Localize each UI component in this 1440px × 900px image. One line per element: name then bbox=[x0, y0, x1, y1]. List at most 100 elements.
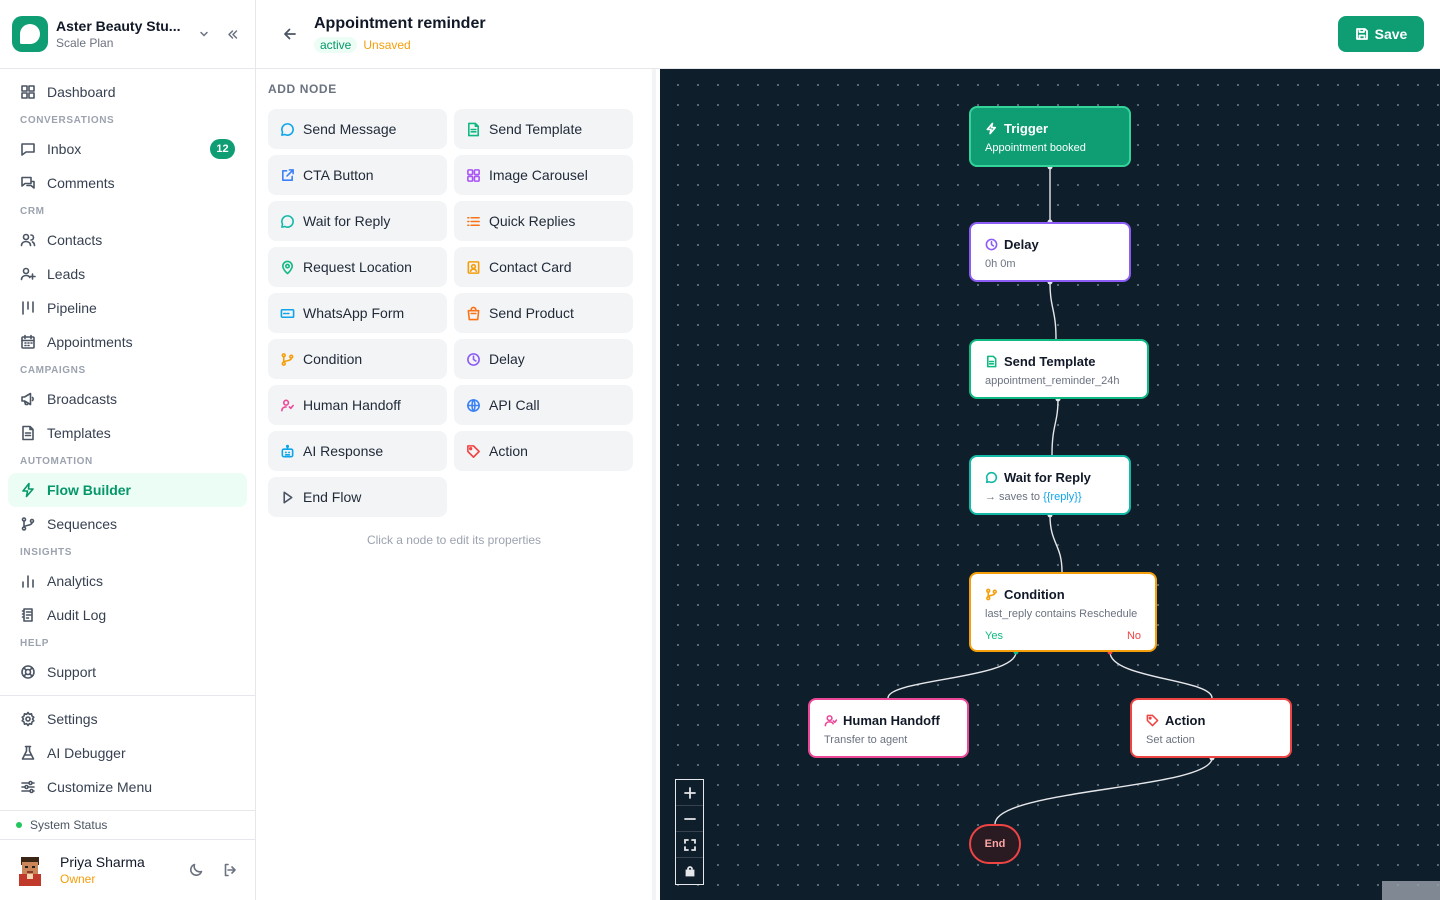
trigger-node[interactable]: Trigger Appointment booked bbox=[969, 106, 1131, 167]
tag-icon bbox=[467, 444, 480, 458]
sidebar-item-leads[interactable]: Leads bbox=[8, 257, 247, 291]
tag-icon bbox=[1146, 714, 1159, 727]
save-button[interactable]: Save bbox=[1338, 16, 1424, 52]
palette-node-whatsapp-form[interactable]: WhatsApp Form bbox=[268, 293, 447, 333]
collapse-sidebar-icon[interactable] bbox=[221, 23, 243, 45]
edge-condition-handoff bbox=[887, 651, 1017, 699]
sidebar-item-broadcasts[interactable]: Broadcasts bbox=[8, 382, 247, 416]
chevron-down-icon[interactable] bbox=[193, 23, 215, 45]
palette-node-quick-replies[interactable]: Quick Replies bbox=[454, 201, 633, 241]
sidebar-item-label: Support bbox=[47, 664, 97, 680]
sidebar-item-label: Contacts bbox=[47, 232, 103, 248]
delay-node[interactable]: Delay 0h 0m bbox=[969, 222, 1131, 282]
sidebar-item-contacts[interactable]: Contacts bbox=[8, 223, 247, 257]
zap-icon bbox=[986, 122, 997, 135]
sidebar-item-support[interactable]: Support bbox=[8, 655, 247, 689]
avatar[interactable] bbox=[16, 854, 44, 886]
external-link-icon bbox=[282, 168, 294, 181]
sidebar-item-dashboard[interactable]: Dashboard bbox=[8, 75, 247, 109]
edge-condition-action bbox=[1109, 651, 1213, 699]
back-arrow-icon[interactable] bbox=[280, 24, 300, 44]
palette-node-label: Send Message bbox=[303, 121, 397, 137]
attribution-watermark[interactable] bbox=[1382, 881, 1440, 900]
nav-section-heading: CONVERSATIONS bbox=[20, 115, 115, 126]
send-template-node-title: Send Template bbox=[1004, 354, 1096, 369]
trigger-node-subtitle: Appointment booked bbox=[985, 142, 1086, 154]
sidebar-item-comments[interactable]: Comments bbox=[8, 166, 247, 200]
action-node-subtitle: Set action bbox=[1146, 734, 1195, 746]
form-icon bbox=[280, 308, 295, 318]
flow-header: Appointment reminder active Unsaved Save bbox=[256, 0, 1440, 69]
zoom-out-icon[interactable] bbox=[676, 806, 703, 832]
fit-view-icon[interactable] bbox=[676, 832, 703, 858]
palette-node-send-message[interactable]: Send Message bbox=[268, 109, 447, 149]
end-node[interactable]: End bbox=[969, 824, 1021, 864]
palette-node-send-template[interactable]: Send Template bbox=[454, 109, 633, 149]
sidebar-item-inbox[interactable]: Inbox 12 bbox=[8, 132, 247, 166]
palette-node-label: CTA Button bbox=[303, 167, 374, 183]
sidebar-item-analytics[interactable]: Analytics bbox=[8, 564, 247, 598]
nav-divider bbox=[0, 695, 255, 696]
zoom-in-icon[interactable] bbox=[676, 780, 703, 806]
palette-node-send-product[interactable]: Send Product bbox=[454, 293, 633, 333]
status-badge: active bbox=[314, 37, 358, 53]
sidebar-item-audit-log[interactable]: Audit Log bbox=[8, 598, 247, 632]
lock-icon[interactable] bbox=[676, 858, 703, 884]
sidebar-item-pipeline[interactable]: Pipeline bbox=[8, 291, 247, 325]
palette-node-label: AI Response bbox=[303, 443, 384, 459]
user-name: Priya Sharma bbox=[60, 854, 145, 870]
audit-icon bbox=[21, 608, 33, 622]
sidebar-item-templates[interactable]: Templates bbox=[8, 416, 247, 450]
delay-node-subtitle: 0h 0m bbox=[985, 258, 1016, 270]
sidebar-item-appointments[interactable]: Appointments bbox=[8, 325, 247, 359]
palette-node-label: Condition bbox=[303, 351, 363, 367]
palette-node-label: Send Template bbox=[489, 121, 583, 137]
condition-node[interactable]: Condition last_reply contains Reschedule… bbox=[969, 572, 1157, 652]
palette-node-request-location[interactable]: Request Location bbox=[268, 247, 447, 287]
moon-icon[interactable] bbox=[186, 860, 206, 880]
palette-node-image-carousel[interactable]: Image Carousel bbox=[454, 155, 633, 195]
analytics-icon bbox=[22, 575, 34, 588]
sidebar-item-flow-builder[interactable]: Flow Builder bbox=[8, 473, 247, 507]
palette-node-delay[interactable]: Delay bbox=[454, 339, 633, 379]
logout-icon[interactable] bbox=[220, 860, 240, 880]
sidebar-nav: Dashboard CONVERSATIONS Inbox 12 Comments CRM… bbox=[0, 69, 255, 804]
workspace-switcher[interactable]: Aster Beauty Stu... Scale Plan bbox=[0, 0, 255, 69]
human-handoff-node[interactable]: Human Handoff Transfer to agent bbox=[808, 698, 969, 758]
sliders-icon bbox=[21, 780, 35, 794]
palette-node-wait-for-reply[interactable]: Wait for Reply bbox=[268, 201, 447, 241]
comments-icon bbox=[21, 176, 35, 189]
sidebar-item-settings[interactable]: Settings bbox=[8, 702, 247, 736]
condition-no-label: No bbox=[1126, 630, 1141, 642]
action-node[interactable]: Action Set action bbox=[1130, 698, 1292, 758]
sidebar-item-customize-menu[interactable]: Customize Menu bbox=[8, 770, 247, 804]
user-profile: Priya Sharma Owner bbox=[0, 840, 256, 900]
inbox-icon bbox=[21, 143, 35, 156]
palette-node-end-flow[interactable]: End Flow bbox=[268, 477, 447, 517]
save-state: Unsaved bbox=[363, 38, 411, 52]
system-status[interactable]: System Status bbox=[0, 810, 256, 840]
zap-icon bbox=[22, 482, 34, 498]
edge-delay-template bbox=[1049, 281, 1057, 340]
wait-node-subtitle-prefix: → saves to bbox=[985, 491, 1044, 503]
sidebar-item-label: Flow Builder bbox=[47, 482, 131, 498]
system-status-label: System Status bbox=[30, 818, 108, 832]
sidebar-item-label: Comments bbox=[47, 175, 115, 191]
wait-for-reply-node[interactable]: Wait for Reply → saves to {{reply}} bbox=[969, 455, 1131, 515]
send-template-node[interactable]: Send Template appointment_reminder_24h bbox=[969, 339, 1149, 399]
sidebar-item-ai-debugger[interactable]: AI Debugger bbox=[8, 736, 247, 770]
palette-node-api-call[interactable]: API Call bbox=[454, 385, 633, 425]
grid-icon bbox=[467, 168, 480, 182]
sidebar-item-sequences[interactable]: Sequences bbox=[8, 507, 247, 541]
palette-node-condition[interactable]: Condition bbox=[268, 339, 447, 379]
palette-node-contact-card[interactable]: Contact Card bbox=[454, 247, 633, 287]
palette-node-action[interactable]: Action bbox=[454, 431, 633, 471]
palette-node-human-handoff[interactable]: Human Handoff bbox=[268, 385, 447, 425]
palette-node-ai-response[interactable]: AI Response bbox=[268, 431, 447, 471]
flow-canvas[interactable]: Trigger Appointment booked Delay 0h 0m S… bbox=[660, 69, 1440, 900]
bot-icon bbox=[281, 444, 294, 457]
palette-node-label: Quick Replies bbox=[489, 213, 576, 229]
edge-action-end bbox=[994, 757, 1213, 825]
sidebar-item-label: Analytics bbox=[47, 573, 104, 589]
palette-node-cta-button[interactable]: CTA Button bbox=[268, 155, 447, 195]
